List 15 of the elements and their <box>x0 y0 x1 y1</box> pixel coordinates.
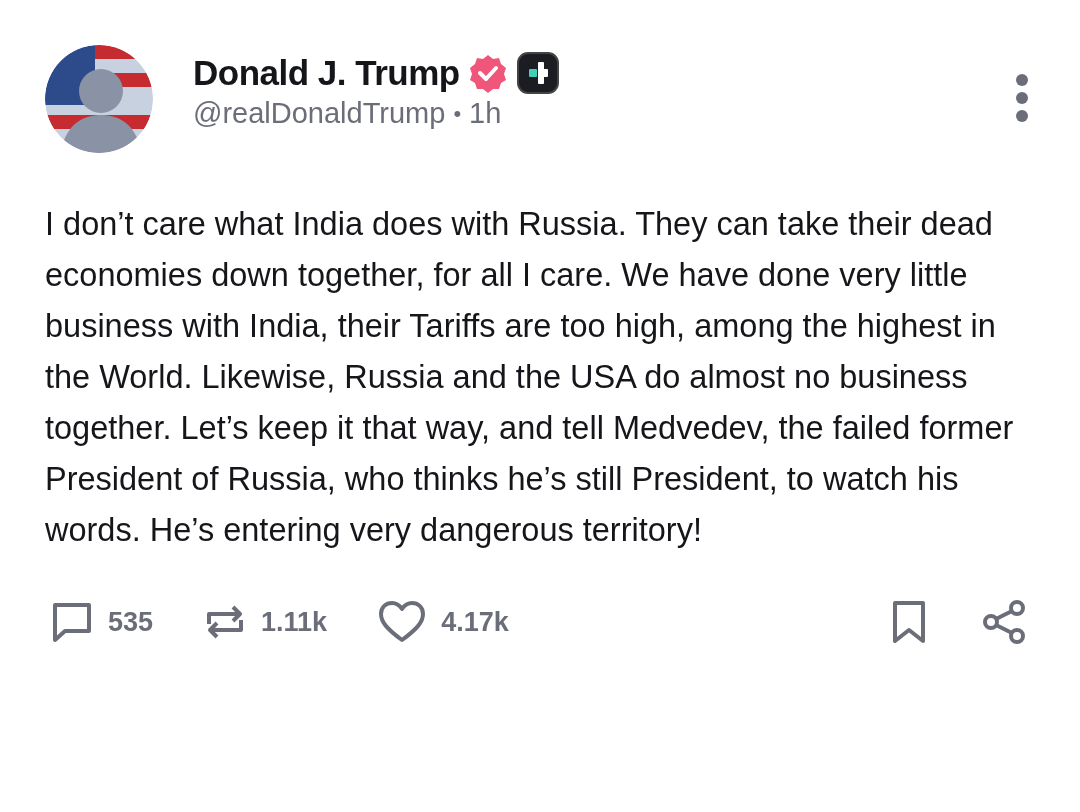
bookmark-icon[interactable] <box>891 600 927 644</box>
post-time: 1h <box>469 97 502 130</box>
verified-badge-icon <box>467 53 508 93</box>
comment-icon[interactable] <box>50 600 94 644</box>
action-count: 4.17k <box>441 606 509 638</box>
separator-dot: • <box>453 100 462 127</box>
author-name[interactable]: Donald J. Trump <box>193 53 460 93</box>
share-icon[interactable] <box>981 599 1027 645</box>
more-icon[interactable] <box>1015 73 1029 123</box>
action-count: 1.11k <box>261 606 328 638</box>
author-handle[interactable]: @realDonaldTrump <box>193 97 446 130</box>
action-count: 535 <box>108 606 154 638</box>
plus-badge-icon <box>515 51 560 95</box>
post-text: I don’t care what India does with Russia. They can take their dead economies down together, for all I care. We have done very little business with India, their Tariffs are too high, among the highest in the World. Likewise, Russia and the USA do almost no business together. Let’s keep it that way, and tell Medvedev, the failed former President of Russia, who thinks he’s still President, to watch his words. He’s entering very dangerous territory! <box>45 205 1015 550</box>
heart-icon[interactable] <box>377 600 428 644</box>
